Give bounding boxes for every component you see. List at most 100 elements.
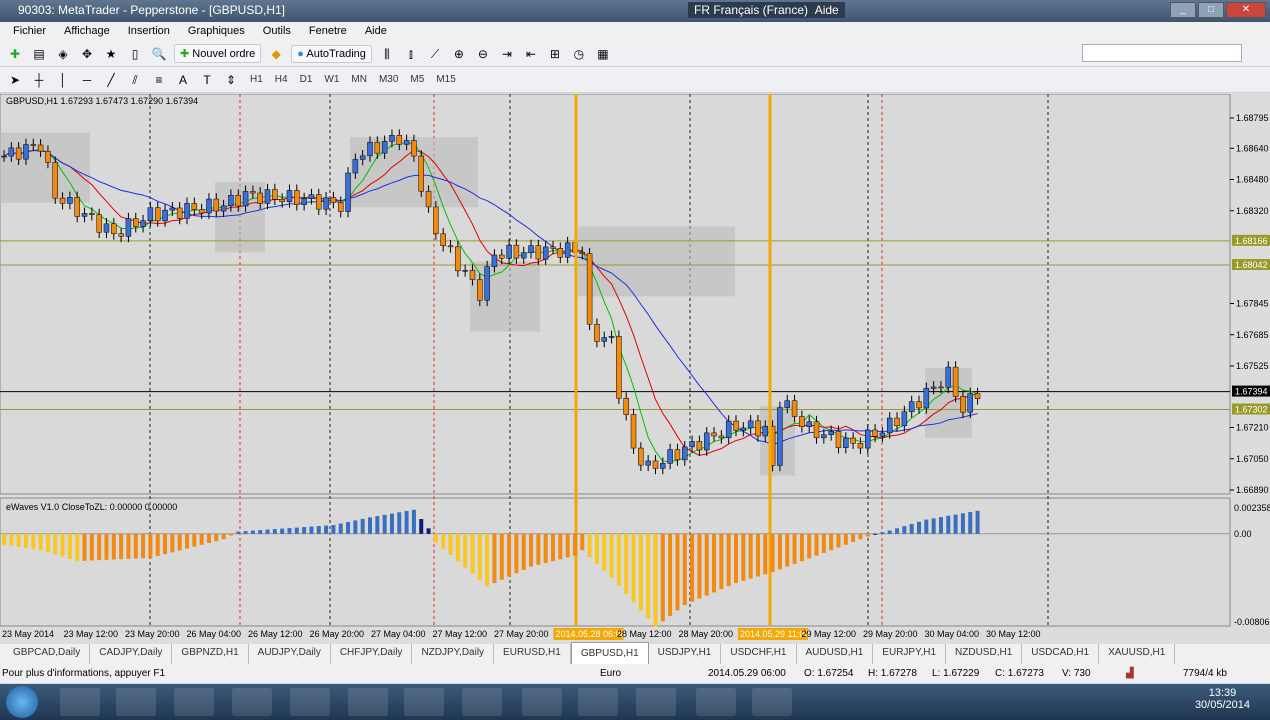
candle xyxy=(799,416,805,427)
symbol-tab[interactable]: AUDUSD,H1 xyxy=(797,644,874,664)
taskbar-app[interactable] xyxy=(696,688,736,716)
clock-date: 30/05/2014 xyxy=(1194,699,1250,711)
symbol-tab[interactable]: EURUSD,H1 xyxy=(494,644,571,664)
candle xyxy=(857,443,864,449)
indicator-bar xyxy=(331,525,336,534)
close-button[interactable]: ✕ xyxy=(1226,2,1266,18)
timeframe-h1[interactable]: H1 xyxy=(246,72,267,87)
bar-chart-icon[interactable]: ⫼ xyxy=(378,45,396,63)
taskbar-app[interactable] xyxy=(174,688,214,716)
price-tick: 1.68480 xyxy=(1236,175,1269,185)
search-input[interactable] xyxy=(1082,44,1242,62)
taskbar-app[interactable] xyxy=(462,688,502,716)
symbol-tab[interactable]: GBPCAD,Daily xyxy=(4,644,91,664)
profiles-icon[interactable]: ▤ xyxy=(30,45,48,63)
taskbar-app[interactable] xyxy=(578,688,618,716)
symbol-tab[interactable]: USDJPY,H1 xyxy=(649,644,722,664)
indicator-bar xyxy=(902,526,907,534)
fibonacci-icon[interactable]: ≡ xyxy=(150,71,168,89)
taskbar-app[interactable] xyxy=(636,688,676,716)
minimize-button[interactable]: _ xyxy=(1170,2,1196,18)
symbol-tab[interactable]: USDCHF,H1 xyxy=(721,644,797,664)
indicator-bar xyxy=(887,530,892,534)
help-label[interactable]: Aide xyxy=(815,3,839,17)
terminal-icon[interactable]: ▯ xyxy=(126,45,144,63)
taskbar-app[interactable] xyxy=(752,688,792,716)
symbol-tab[interactable]: GBPNZD,H1 xyxy=(172,644,249,664)
indicator-bar xyxy=(338,523,343,534)
time-label: 23 May 2014 xyxy=(2,629,54,639)
templates-icon[interactable]: ▦ xyxy=(594,45,612,63)
line-chart-icon[interactable]: ⟋ xyxy=(426,45,444,63)
taskbar-app[interactable] xyxy=(116,688,156,716)
timeframe-m5[interactable]: M5 xyxy=(406,72,428,87)
autotrading-button[interactable]: ● AutoTrading xyxy=(291,44,372,63)
channel-icon[interactable]: ⫽ xyxy=(126,71,144,89)
symbol-tab[interactable]: XAUUSD,H1 xyxy=(1099,644,1176,664)
price-chart[interactable]: 1.68795 1.68640 1.68480 1.68320 1.67845 1.676… xyxy=(0,94,1270,644)
maximize-button[interactable]: □ xyxy=(1198,2,1224,18)
symbol-tab[interactable]: EURJPY,H1 xyxy=(873,644,947,664)
zoom-in-icon[interactable]: ⊕ xyxy=(450,45,468,63)
timeframe-w1[interactable]: W1 xyxy=(320,72,343,87)
candle xyxy=(616,336,622,399)
candle xyxy=(272,189,278,200)
zoom-out-icon[interactable]: ⊖ xyxy=(474,45,492,63)
navigator-icon[interactable]: ★ xyxy=(102,45,120,63)
candle xyxy=(352,159,359,174)
menu-aide[interactable]: Aide xyxy=(356,22,396,41)
candle xyxy=(674,449,681,461)
taskbar-app[interactable] xyxy=(232,688,272,716)
symbol-tab[interactable]: USDCAD,H1 xyxy=(1022,644,1100,664)
timeframe-m15[interactable]: M15 xyxy=(432,72,459,87)
taskbar-app[interactable] xyxy=(60,688,100,716)
indicator-bar xyxy=(419,519,424,534)
symbol-tab-active[interactable]: GBPUSD,H1 xyxy=(570,642,649,664)
menu-graphiques[interactable]: Graphiques xyxy=(179,22,254,41)
market-watch-icon[interactable]: ◈ xyxy=(54,45,72,63)
symbol-tab[interactable]: CHFJPY,Daily xyxy=(331,644,413,664)
new-chart-icon[interactable]: ✚ xyxy=(6,45,24,63)
metaeditor-icon[interactable]: ◆ xyxy=(267,45,285,63)
start-button[interactable] xyxy=(6,686,38,718)
tester-icon[interactable]: 🔍 xyxy=(150,45,168,63)
timeframe-h4[interactable]: H4 xyxy=(271,72,292,87)
symbol-tab[interactable]: CADJPY,Daily xyxy=(90,644,173,664)
symbol-tab[interactable]: NZDJPY,Daily xyxy=(412,644,495,664)
symbol-tab[interactable]: NZDUSD,H1 xyxy=(946,644,1023,664)
menu-affichage[interactable]: Affichage xyxy=(55,22,119,41)
text-label-icon[interactable]: T xyxy=(198,71,216,89)
menu-outils[interactable]: Outils xyxy=(254,22,300,41)
text-icon[interactable]: A xyxy=(174,71,192,89)
candle xyxy=(806,421,812,427)
taskbar-app[interactable] xyxy=(348,688,388,716)
language-indicator[interactable]: FR Français (France) Aide xyxy=(688,2,845,18)
symbol-tab[interactable]: AUDJPY,Daily xyxy=(249,644,331,664)
arrows-icon[interactable]: ⇕ xyxy=(222,71,240,89)
indicators-icon[interactable]: ⊞ xyxy=(546,45,564,63)
timeframe-m30[interactable]: M30 xyxy=(375,72,402,87)
menu-insertion[interactable]: Insertion xyxy=(119,22,179,41)
vertical-line-icon[interactable]: │ xyxy=(54,71,72,89)
horizontal-line-icon[interactable]: ─ xyxy=(78,71,96,89)
candlestick-icon[interactable]: ⫾ xyxy=(402,45,420,63)
cursor-icon[interactable]: ➤ xyxy=(6,71,24,89)
trendline-icon[interactable]: ╱ xyxy=(102,71,120,89)
data-window-icon[interactable]: ✥ xyxy=(78,45,96,63)
menu-fichier[interactable]: Fichier xyxy=(4,22,55,41)
timeframe-mn[interactable]: MN xyxy=(347,72,371,87)
price-tick: 1.68640 xyxy=(1236,143,1269,153)
new-order-button[interactable]: ✚ Nouvel ordre xyxy=(174,44,262,63)
taskbar-app[interactable] xyxy=(522,688,562,716)
timeframe-d1[interactable]: D1 xyxy=(296,72,317,87)
candle xyxy=(667,449,673,464)
chart-shift-icon[interactable]: ⇤ xyxy=(522,45,540,63)
taskbar-app[interactable] xyxy=(404,688,444,716)
taskbar-app[interactable] xyxy=(290,688,330,716)
periods-icon[interactable]: ◷ xyxy=(570,45,588,63)
candle xyxy=(660,463,666,469)
candle xyxy=(242,191,249,207)
auto-scroll-icon[interactable]: ⇥ xyxy=(498,45,516,63)
menu-fenetre[interactable]: Fenetre xyxy=(300,22,356,41)
crosshair-icon[interactable]: ┼ xyxy=(30,71,48,89)
